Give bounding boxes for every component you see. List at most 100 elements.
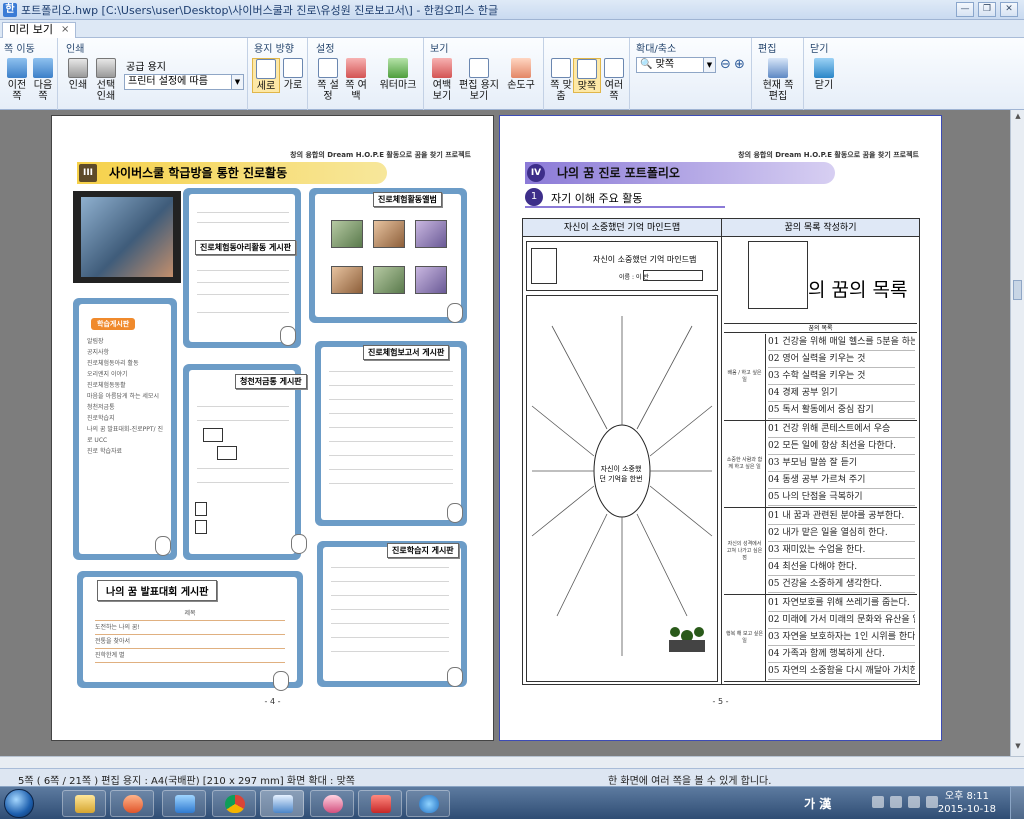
edit-paper-view-button[interactable]: 편집 용지 보기 (456, 58, 502, 102)
ime-indicator[interactable]: 가 漢 (804, 795, 831, 812)
clock-time: 오후 8:11 (944, 791, 989, 802)
scroll-up-icon[interactable]: ▲ (1011, 112, 1024, 124)
start-button[interactable] (4, 789, 34, 818)
fit-width-button[interactable]: 쪽 맞춤 (547, 58, 575, 102)
show-desktop-button[interactable] (1010, 787, 1024, 819)
group-label: 닫기 (810, 44, 829, 55)
group-view-mode: 쪽 맞춤 맞쪽 여러 쪽 (544, 38, 630, 110)
watermark-button[interactable]: 워터마크 (378, 58, 418, 91)
pencil-icon (768, 58, 788, 78)
button-label: 여백 보기 (432, 80, 452, 102)
card-caption: 진로학습지 게시판 (387, 543, 459, 558)
board-menu-item[interactable]: 나의 꿈 발표대회-진로PPT/ 진로 UCC (87, 424, 167, 446)
network-icon[interactable] (908, 796, 920, 808)
goal-category: 소중한 사람과 함께 하고 싶은 일 (724, 421, 766, 507)
edit-current-page-button[interactable]: 현재 쪽 편집 (758, 58, 798, 102)
student-photo (73, 191, 181, 283)
board-menu-item[interactable]: 마음을 아름답게 하는 세모시 (87, 391, 167, 402)
portrait-button[interactable]: 세로 (252, 58, 280, 93)
scroll-down-icon[interactable]: ▼ (1011, 742, 1024, 754)
close-preview-button[interactable]: 닫기 (810, 58, 838, 91)
subsection-title: 1 자기 이해 주요 활동 (525, 188, 725, 208)
board-menu-item[interactable]: 공지사항 (87, 347, 167, 358)
taskbar-app-media-player[interactable] (110, 790, 154, 817)
goal-line: 05 자연의 소중함을 다시 깨달아 가치한다. (768, 663, 915, 680)
horizontal-scrollbar[interactable] (0, 756, 1024, 768)
text-line (329, 413, 453, 414)
folder-icon (75, 795, 95, 813)
taskbar-app-internet-explorer[interactable] (406, 790, 450, 817)
contest-row[interactable]: 제목 (95, 607, 285, 621)
zoom-select[interactable]: 🔍 맞쪽 ▼ (636, 57, 716, 73)
landscape-button[interactable]: 가로 (279, 58, 307, 91)
page-setup-button[interactable]: 쪽 설정 (314, 58, 342, 102)
fit-two-pages-button[interactable]: 맞쪽 (573, 58, 601, 93)
paper-view-icon (469, 58, 489, 78)
scroll-thumb[interactable] (1013, 280, 1022, 300)
zoom-in-icon[interactable]: ⊕ (734, 57, 745, 72)
hwp-editor-icon (273, 795, 293, 813)
page-5: 창의 융합의 Dream H.O.P.E 활동으로 꿈을 찾기 프로젝트 IV … (499, 115, 942, 741)
help-icon[interactable] (872, 796, 884, 808)
card-experience-album: 진로체험활동앨범 (309, 188, 467, 323)
tab-preview[interactable]: 미리 보기 × (2, 22, 77, 38)
restore-button[interactable]: ❐ (978, 2, 996, 17)
board-menu-item[interactable]: 오리엔지 이야기 (87, 369, 167, 380)
name-box (748, 241, 808, 309)
tab-close-icon[interactable]: × (61, 23, 69, 38)
print-button[interactable]: 인쇄 (64, 58, 92, 91)
board-menu-item[interactable]: 진로 학습자료 (87, 446, 167, 457)
board-menu-item[interactable]: 청천저금통 (87, 402, 167, 413)
card-learning-sheet: 진로학습지 게시판 (317, 541, 467, 687)
text-line (197, 294, 289, 295)
tray-arrow-icon[interactable] (890, 796, 902, 808)
text-line (197, 482, 289, 483)
select-print-button[interactable]: 선택 인쇄 (92, 58, 120, 102)
group-label: 보기 (430, 44, 449, 55)
taskbar-app-messenger[interactable] (310, 790, 354, 817)
contest-row[interactable]: 도전하는 나의 꿈! (95, 621, 285, 635)
board-menu-item[interactable]: 진로체험동아리 활동 (87, 358, 167, 369)
section-title-text: 나의 꿈 진로 포트폴리오 (557, 166, 680, 180)
goal-line: 03 재미있는 수업을 한다. (768, 542, 915, 559)
goal-line: 05 건강을 소중하게 생각한다. (768, 576, 915, 593)
group-settings: 설정 쪽 설정 쪽 여백 워터마크 (308, 38, 424, 110)
next-page-button[interactable]: 다음 쪽 (29, 58, 57, 102)
card-board-menu: 학습게시판 알림장 공지사항 진로체험동아리 활동 오리엔지 이야기 진로체험동동활 마음… (73, 298, 177, 560)
contest-row[interactable]: 전통을 찾아서 (95, 635, 285, 649)
status-hint: 한 화면에 여러 쪽을 볼 수 있게 합니다. (608, 776, 772, 787)
prev-page-button[interactable]: 이전 쪽 (3, 58, 31, 102)
taskbar-app-chrome[interactable] (212, 790, 256, 817)
margin-view-button[interactable]: 여백 보기 (428, 58, 456, 102)
section-number: IV (527, 164, 545, 182)
board-menu-list: 알림장 공지사항 진로체험동아리 활동 오리엔지 이야기 진로체험동동활 마음을 아름답게… (87, 336, 167, 457)
minimize-button[interactable]: — (956, 2, 974, 17)
text-line (331, 581, 449, 582)
taskbar-app-acrobat[interactable] (358, 790, 402, 817)
title-bar: 한 포트폴리오.hwp [C:\Users\user\Desktop\사이버스쿨… (0, 0, 1024, 20)
close-window-button[interactable]: ✕ (1000, 2, 1018, 17)
board-menu-item[interactable]: 알림장 (87, 336, 167, 347)
hand-tool-button[interactable]: 손도구 (504, 58, 538, 91)
vertical-scrollbar[interactable]: ▲ ▼ (1010, 110, 1024, 756)
board-menu-item[interactable]: 진로학습지 (87, 413, 167, 424)
subsection-title-text: 자기 이해 주요 활동 (551, 192, 643, 205)
paper-supply-label: 공급 용지 (126, 62, 166, 73)
paper-supply-select[interactable]: 프린터 설정에 따름 ▼ (124, 74, 244, 90)
multi-page-button[interactable]: 여러 쪽 (600, 58, 628, 102)
taskbar-app-hwp-editor[interactable] (260, 790, 304, 817)
text-line (329, 483, 453, 484)
clock[interactable]: 오후 8:11 2015-10-18 (938, 790, 996, 816)
menu-pill: 학습게시판 (91, 318, 136, 330)
text-line (197, 270, 289, 271)
page-margin-button[interactable]: 쪽 여백 (342, 58, 370, 102)
group-page-move: 쪽 이동 이전 쪽 다음 쪽 (0, 38, 58, 110)
board-menu-item[interactable]: 진로체험동동활 (87, 380, 167, 391)
clock-date: 2015-10-18 (937, 804, 996, 815)
volume-icon[interactable] (926, 796, 938, 808)
zoom-out-icon[interactable]: ⊖ (720, 57, 731, 72)
taskbar-app-file-explorer[interactable] (62, 790, 106, 817)
contest-row[interactable]: 진학한계 별 (95, 649, 285, 663)
text-line (197, 212, 289, 213)
taskbar-app-hancom-office[interactable] (162, 790, 206, 817)
